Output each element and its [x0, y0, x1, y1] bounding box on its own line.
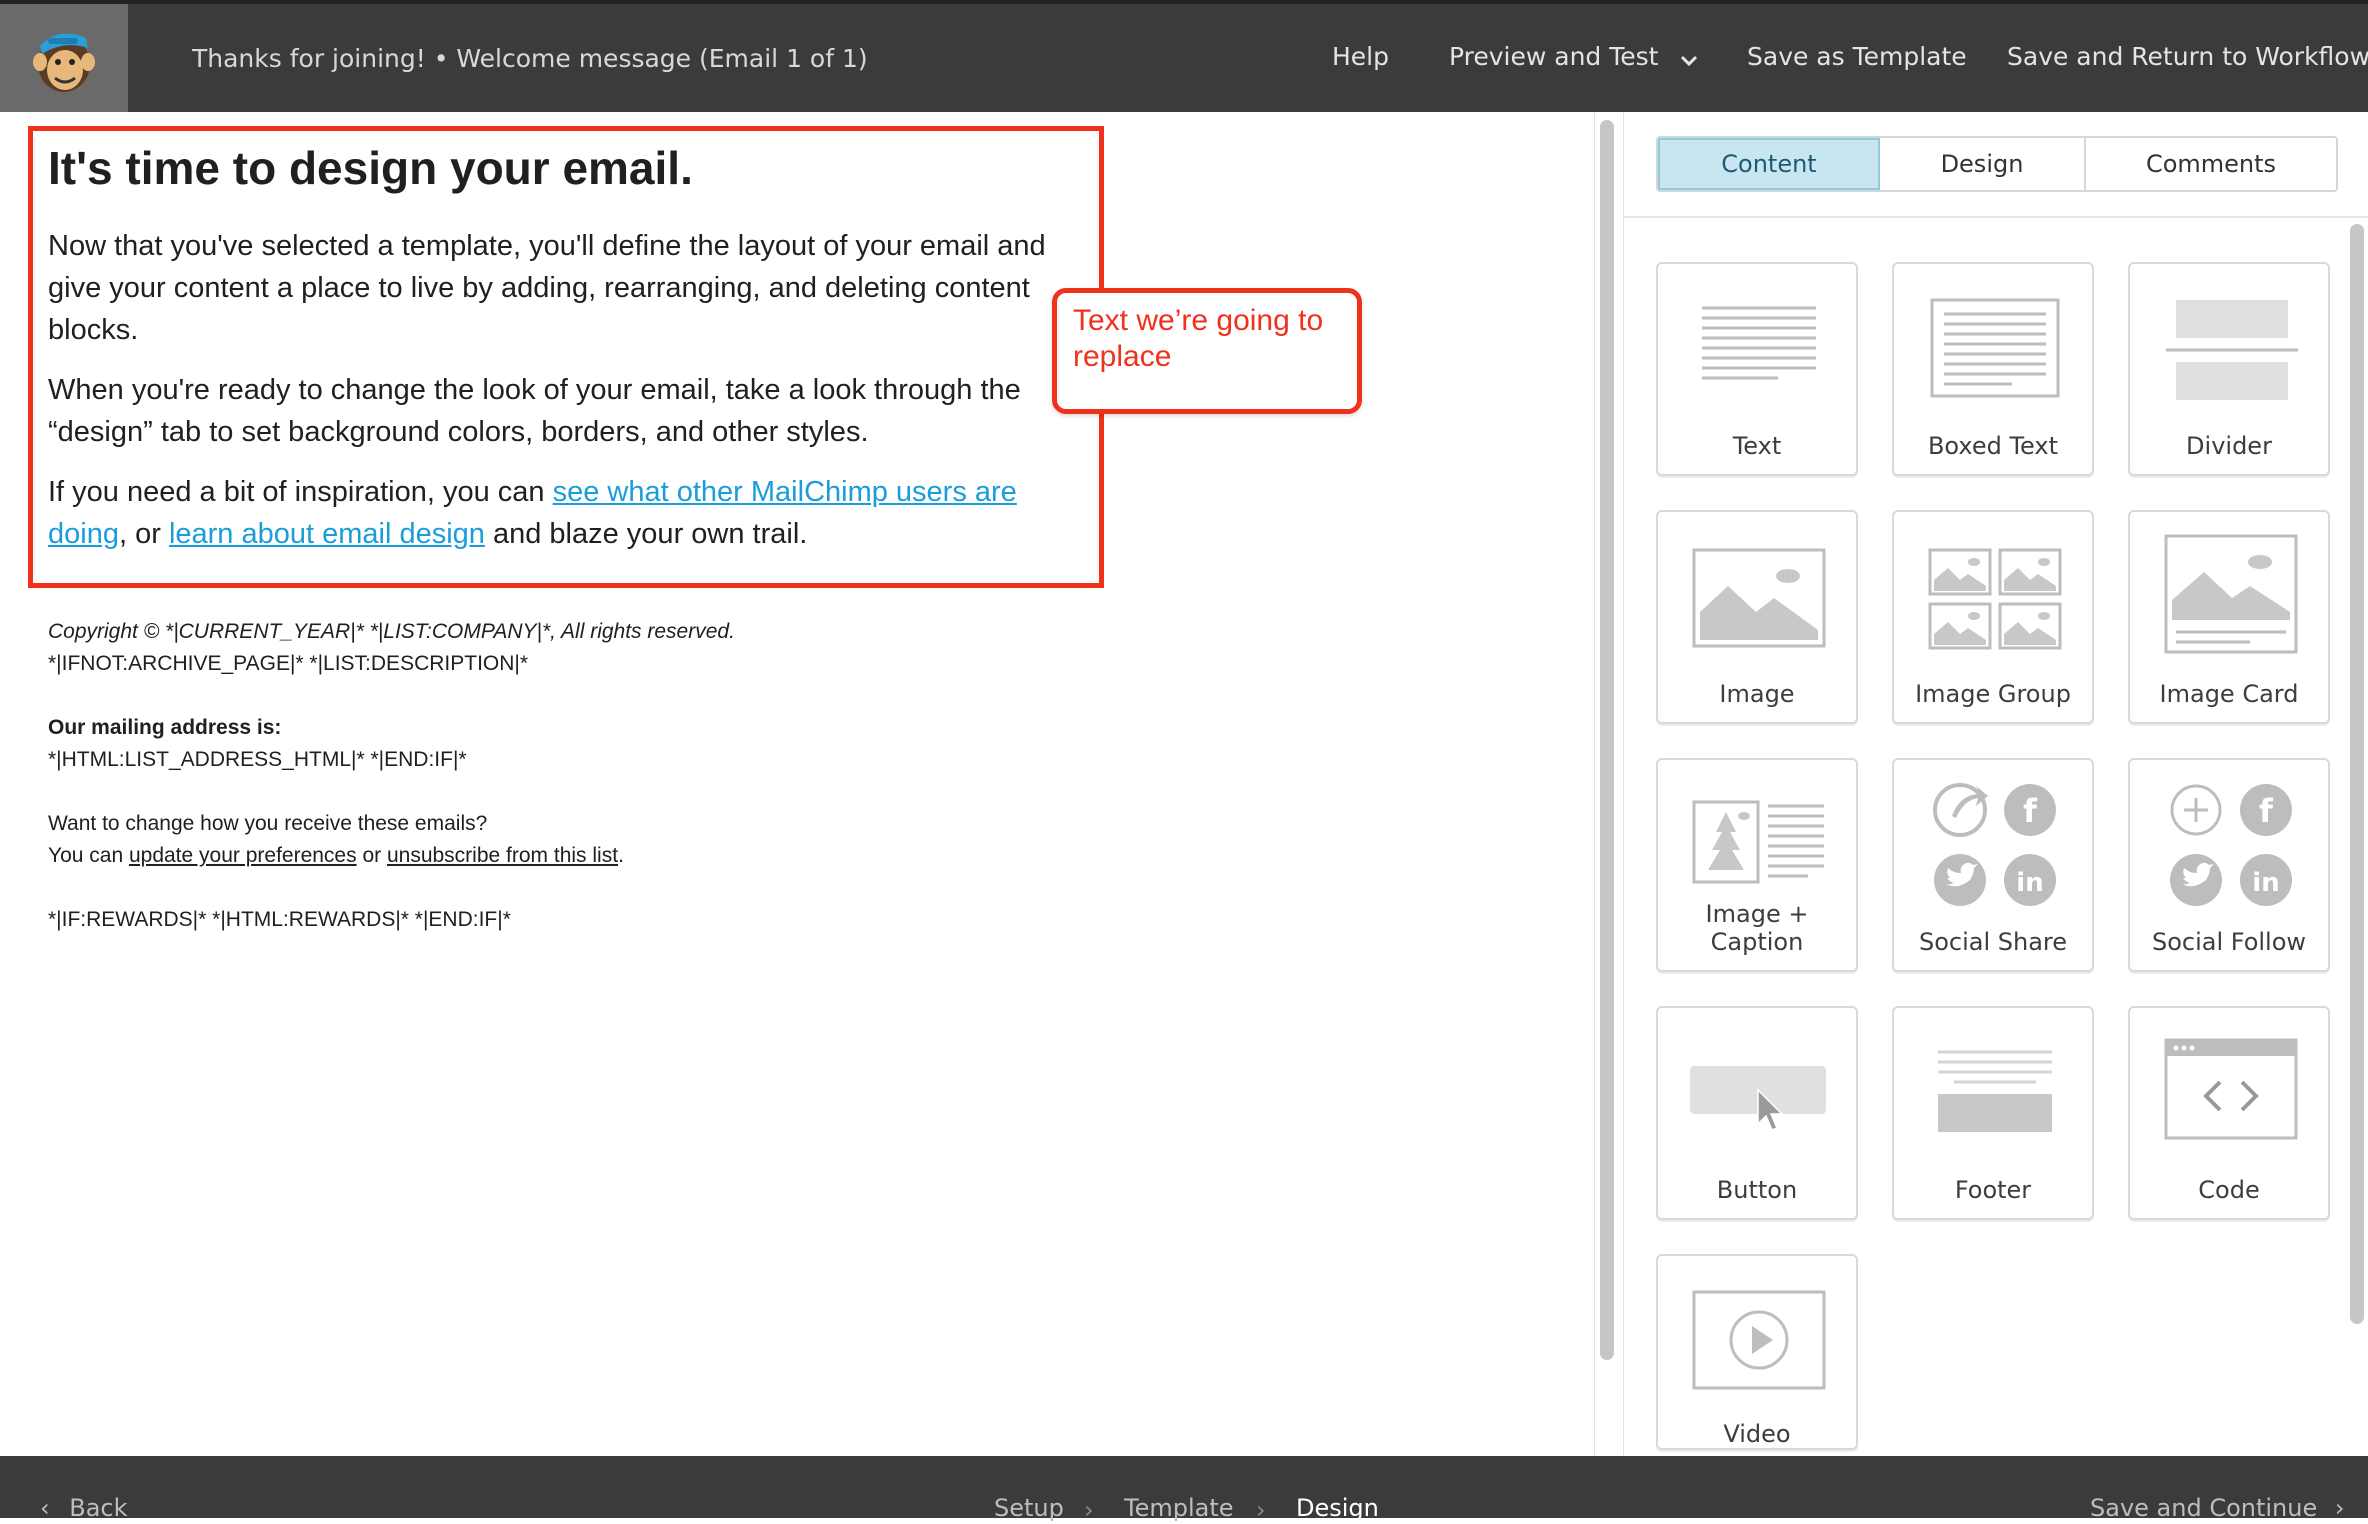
block-label: Social Follow — [2151, 928, 2307, 956]
paragraph-3-text: If you need a bit of inspiration, you ca… — [48, 475, 553, 508]
footer-change-question: Want to change how you receive these ema… — [48, 812, 488, 835]
unsubscribe-link[interactable]: unsubscribe from this list — [387, 844, 618, 867]
footer-mailing-label: Our mailing address is: — [48, 716, 282, 739]
social-share-block-icon: f in — [1933, 783, 2056, 906]
preview-and-test-menu[interactable]: Preview and Test — [1449, 42, 1698, 73]
block-image-card[interactable]: Image Card — [2128, 510, 2330, 724]
svg-text:f: f — [2023, 792, 2038, 830]
block-social-follow[interactable]: f in Social Follow — [2128, 758, 2330, 972]
tab-comments[interactable]: Comments — [2086, 138, 2336, 190]
footer-preferences-line: You can update your preferences or unsub… — [48, 840, 948, 872]
block-social-share[interactable]: f in Social Share — [1892, 758, 2094, 972]
image-caption-block-icon — [1692, 800, 1824, 884]
svg-text:in: in — [2252, 868, 2279, 898]
freddie-monkey-icon — [33, 33, 95, 92]
block-label: Video — [1723, 1420, 1791, 1448]
text-block-icon — [1702, 306, 1816, 380]
svg-text:f: f — [2259, 792, 2274, 830]
chevron-right-icon: › — [1256, 1496, 1266, 1524]
block-label: Footer — [1954, 1176, 2032, 1204]
panel-scrollbar-thumb[interactable] — [2350, 224, 2364, 1324]
footer-text: You can — [48, 844, 129, 867]
save-and-return-button[interactable]: Save and Return to Workflow — [2007, 42, 2368, 71]
block-label: Image Group — [1915, 680, 2071, 708]
boxed-text-block-icon — [1930, 298, 2060, 398]
block-label: Button — [1716, 1176, 1798, 1204]
block-label: Boxed Text — [1927, 432, 2059, 460]
chevron-down-icon — [1680, 44, 1698, 73]
block-divider[interactable]: Divider — [2128, 262, 2330, 476]
block-code[interactable]: Code — [2128, 1006, 2330, 1220]
block-label: Divider — [2186, 432, 2272, 460]
block-label: Text — [1732, 432, 1782, 460]
help-link[interactable]: Help — [1332, 42, 1389, 71]
footer-copyright: Copyright © *|CURRENT_YEAR|* *|LIST:COMP… — [48, 620, 735, 643]
block-image-caption[interactable]: Image + Caption — [1656, 758, 1858, 972]
block-label: Code — [2198, 1176, 2260, 1204]
annotation-callout: Text we’re going to replace — [1052, 288, 1362, 414]
button-block-icon — [1690, 1066, 1826, 1131]
block-text[interactable]: Text — [1656, 262, 1858, 476]
code-block-icon — [2164, 1038, 2298, 1140]
campaign-title: Thanks for joining! • Welcome message (E… — [192, 44, 868, 73]
video-block-icon — [1692, 1290, 1826, 1390]
footer-text: . — [618, 844, 624, 867]
block-image-group[interactable]: Image Group — [1892, 510, 2094, 724]
block-label: Image Card — [2159, 680, 2299, 708]
footer-archive-tag: *|IFNOT:ARCHIVE_PAGE|* *|LIST:DESCRIPTIO… — [48, 652, 529, 675]
panel-divider — [1624, 216, 2368, 218]
image-group-block-icon — [1928, 548, 2062, 650]
footer-block-icon — [1938, 1050, 2052, 1132]
block-image[interactable]: Image — [1656, 510, 1858, 724]
block-label: Image — [1719, 680, 1795, 708]
panel-tabs: Content Design Comments — [1656, 136, 2338, 192]
footer-mailing-address: *|HTML:LIST_ADDRESS_HTML|* *|END:IF|* — [48, 748, 467, 771]
top-bar: Thanks for joining! • Welcome message (E… — [0, 0, 2368, 112]
image-card-block-icon — [2164, 534, 2298, 654]
paragraph-3-text: , or — [118, 517, 169, 550]
email-paragraph-3: If you need a bit of inspiration, you ca… — [48, 471, 1038, 555]
block-video[interactable]: Video — [1656, 1254, 1858, 1450]
email-paragraph-2: When you're ready to change the look of … — [48, 373, 1021, 448]
email-paragraph-1: Now that you've selected a template, you… — [48, 229, 1046, 346]
email-text-block[interactable]: It's time to design your email. Now that… — [48, 142, 1058, 573]
block-label: Social Share — [1918, 928, 2068, 956]
footer-text: or — [356, 844, 387, 867]
bottom-bar: ‹ Back Setup › Template › Design Save an… — [0, 1456, 2368, 1524]
tab-design[interactable]: Design — [1880, 138, 2086, 190]
email-design-link[interactable]: learn about email design — [169, 518, 485, 550]
svg-text:in: in — [2016, 868, 2043, 898]
chevron-right-icon: › — [1084, 1496, 1094, 1524]
divider-block-icon — [2166, 300, 2298, 400]
tab-content[interactable]: Content — [1658, 138, 1880, 190]
paragraph-3-text: and blaze your own trail. — [484, 517, 808, 550]
block-boxed-text[interactable]: Boxed Text — [1892, 262, 2094, 476]
image-block-icon — [1692, 548, 1826, 648]
email-heading: It's time to design your email. — [48, 142, 693, 194]
footer-rewards-tag: *|IF:REWARDS|* *|HTML:REWARDS|* *|END:IF… — [48, 908, 511, 931]
canvas-scrollbar-thumb[interactable] — [1600, 120, 1614, 1360]
block-label: Image + Caption — [1705, 900, 1809, 956]
block-button[interactable]: Button — [1656, 1006, 1858, 1220]
block-footer[interactable]: Footer — [1892, 1006, 2094, 1220]
update-preferences-link[interactable]: update your preferences — [129, 844, 357, 867]
save-as-template-button[interactable]: Save as Template — [1747, 42, 1967, 71]
preview-and-test-label: Preview and Test — [1449, 42, 1659, 71]
email-footer[interactable]: Copyright © *|CURRENT_YEAR|* *|LIST:COMP… — [48, 616, 948, 936]
mailchimp-logo[interactable] — [0, 4, 128, 112]
social-follow-block-icon: f in — [2170, 784, 2292, 906]
